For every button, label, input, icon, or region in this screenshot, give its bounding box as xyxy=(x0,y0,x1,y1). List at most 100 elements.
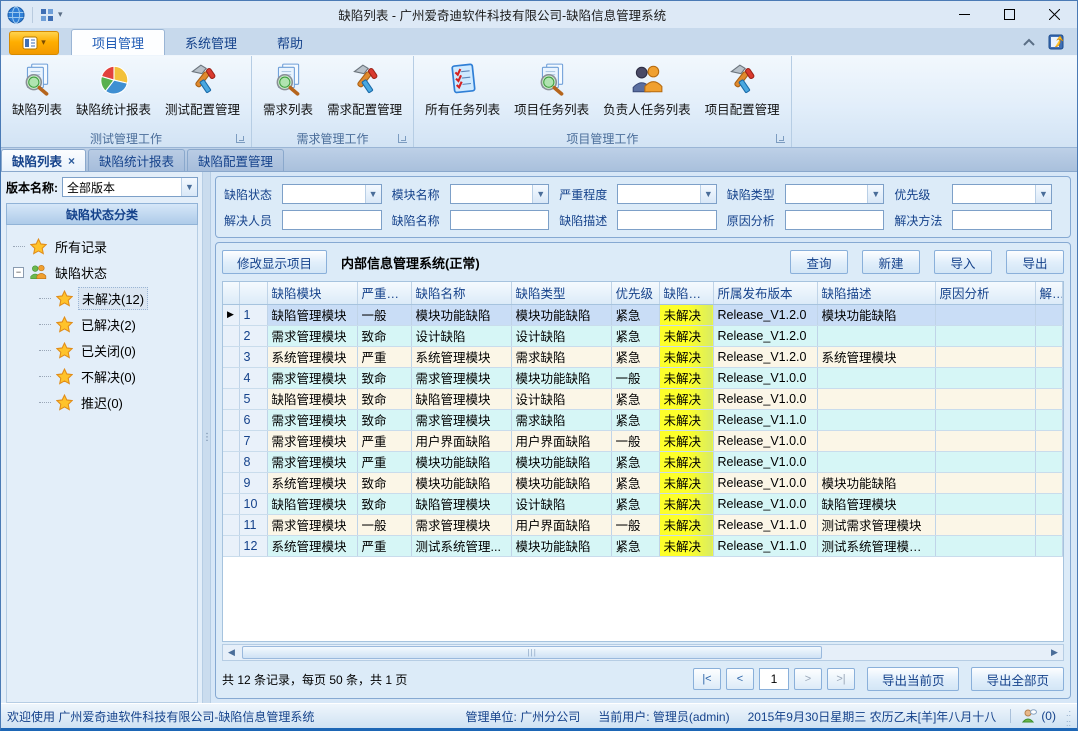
cell[interactable] xyxy=(1035,346,1063,367)
ribbon-button-需求配置管理[interactable]: 需求配置管理 xyxy=(320,58,409,120)
splitter-handle[interactable]: ⋮ xyxy=(203,172,211,703)
column-header-解决[interactable]: 解决 xyxy=(1035,282,1063,304)
cell[interactable]: 未解决 xyxy=(659,409,713,430)
cell[interactable]: 需求管理模块 xyxy=(267,514,357,535)
close-button[interactable] xyxy=(1032,1,1077,28)
column-header-优先级[interactable]: 优先级 xyxy=(611,282,659,304)
modify-columns-button[interactable]: 修改显示项目 xyxy=(222,250,327,274)
cell[interactable]: 致命 xyxy=(357,472,411,493)
cell[interactable] xyxy=(935,367,1035,388)
cell[interactable]: Release_V1.2.0 xyxy=(713,304,817,325)
table-row[interactable]: ▶1缺陷管理模块一般模块功能缺陷模块功能缺陷紧急未解决Release_V1.2.… xyxy=(223,304,1063,325)
column-header-缺陷描述[interactable]: 缺陷描述 xyxy=(817,282,935,304)
cell[interactable] xyxy=(935,304,1035,325)
cell[interactable] xyxy=(1035,493,1063,514)
new-button[interactable]: 新建 xyxy=(862,250,920,274)
cell[interactable]: 紧急 xyxy=(611,346,659,367)
export-button[interactable]: 导出 xyxy=(1006,250,1064,274)
filter-select-defect-status[interactable]: ▼ xyxy=(282,184,382,204)
cell[interactable]: Release_V1.2.0 xyxy=(713,325,817,346)
cell[interactable]: 未解决 xyxy=(659,346,713,367)
cell[interactable]: 未解决 xyxy=(659,493,713,514)
scrollbar-thumb[interactable]: ||| xyxy=(242,646,822,659)
table-row[interactable]: 12系统管理模块严重测试系统管理...模块功能缺陷紧急未解决Release_V1… xyxy=(223,535,1063,556)
column-header-缺陷类型[interactable]: 缺陷类型 xyxy=(511,282,611,304)
cell[interactable]: 测试需求管理模块 xyxy=(817,514,935,535)
ribbon-button-需求列表[interactable]: 需求列表 xyxy=(256,58,320,120)
ribbon-button-项目配置管理[interactable]: 项目配置管理 xyxy=(698,58,787,120)
cell[interactable]: 模块功能缺陷 xyxy=(411,451,511,472)
table-row[interactable]: 4需求管理模块致命需求管理模块模块功能缺陷一般未解决Release_V1.0.0 xyxy=(223,367,1063,388)
cell[interactable]: 模块功能缺陷 xyxy=(511,535,611,556)
filter-input-solution[interactable] xyxy=(952,210,1052,230)
ribbon-style-icon[interactable] xyxy=(1047,33,1065,51)
cell[interactable] xyxy=(1035,304,1063,325)
cell[interactable]: Release_V1.0.0 xyxy=(713,388,817,409)
prev-page-button[interactable]: < xyxy=(726,668,754,690)
cell[interactable]: 需求缺陷 xyxy=(511,409,611,430)
page-number-input[interactable] xyxy=(759,668,789,690)
ribbon-button-负责人任务列表[interactable]: 负责人任务列表 xyxy=(596,58,698,120)
cell[interactable]: 未解决 xyxy=(659,325,713,346)
cell[interactable]: 一般 xyxy=(357,514,411,535)
table-row[interactable]: 6需求管理模块致命需求管理模块需求缺陷紧急未解决Release_V1.1.0 xyxy=(223,409,1063,430)
maximize-button[interactable] xyxy=(987,1,1032,28)
cell[interactable]: 紧急 xyxy=(611,325,659,346)
cell[interactable]: 严重 xyxy=(357,430,411,451)
table-row[interactable]: 11需求管理模块一般需求管理模块用户界面缺陷一般未解决Release_V1.1.… xyxy=(223,514,1063,535)
cell[interactable]: 需求管理模块 xyxy=(267,409,357,430)
column-header-缺陷模块[interactable]: 缺陷模块 xyxy=(267,282,357,304)
ribbon-tab-项目管理[interactable]: 项目管理 xyxy=(71,29,165,55)
table-row[interactable]: 8需求管理模块严重模块功能缺陷模块功能缺陷紧急未解决Release_V1.0.0 xyxy=(223,451,1063,472)
cell[interactable]: 缺陷管理模块 xyxy=(411,493,511,514)
cell[interactable]: 系统管理模块 xyxy=(267,535,357,556)
table-row[interactable]: 9系统管理模块致命模块功能缺陷模块功能缺陷紧急未解决Release_V1.0.0… xyxy=(223,472,1063,493)
cell[interactable]: 设计缺陷 xyxy=(511,388,611,409)
cell[interactable]: 未解决 xyxy=(659,472,713,493)
first-page-button[interactable]: |< xyxy=(693,668,721,690)
export-all-pages-button[interactable]: 导出全部页 xyxy=(971,667,1064,691)
column-header-原因分析[interactable]: 原因分析 xyxy=(935,282,1035,304)
filter-input-defect-desc[interactable] xyxy=(617,210,717,230)
tree-item-已解决(2)[interactable]: 已解决(2) xyxy=(39,311,195,337)
cell[interactable]: Release_V1.1.0 xyxy=(713,514,817,535)
cell[interactable]: 需求管理模块 xyxy=(267,367,357,388)
cell[interactable]: 测试系统管理... xyxy=(411,535,511,556)
cell[interactable]: 模块功能缺陷 xyxy=(511,304,611,325)
messages-icon[interactable] xyxy=(1021,708,1037,724)
cell[interactable]: 一般 xyxy=(611,367,659,388)
dialog-launcher-icon[interactable] xyxy=(398,134,407,143)
cell[interactable] xyxy=(935,493,1035,514)
cell[interactable]: 未解决 xyxy=(659,535,713,556)
cell[interactable]: 紧急 xyxy=(611,304,659,325)
cell[interactable]: 缺陷管理模块 xyxy=(817,493,935,514)
cell[interactable] xyxy=(817,451,935,472)
cell[interactable] xyxy=(1035,367,1063,388)
horizontal-scrollbar[interactable]: ◀ ||| ▶ xyxy=(222,644,1064,661)
column-header-缺陷名称[interactable]: 缺陷名称 xyxy=(411,282,511,304)
cell[interactable] xyxy=(817,409,935,430)
cell[interactable]: 严重 xyxy=(357,346,411,367)
cell[interactable] xyxy=(1035,535,1063,556)
last-page-button[interactable]: >| xyxy=(827,668,855,690)
cell[interactable]: 模块功能缺陷 xyxy=(511,451,611,472)
resize-grip[interactable]: .::: xyxy=(1066,708,1071,728)
cell[interactable] xyxy=(817,325,935,346)
cell[interactable] xyxy=(935,472,1035,493)
cell[interactable]: 致命 xyxy=(357,367,411,388)
cell[interactable] xyxy=(935,388,1035,409)
cell[interactable]: 测试系统管理模块... xyxy=(817,535,935,556)
cell[interactable] xyxy=(935,409,1035,430)
ribbon-collapse-icon[interactable] xyxy=(1023,38,1035,46)
cell[interactable]: Release_V1.1.0 xyxy=(713,535,817,556)
cell[interactable] xyxy=(817,367,935,388)
cell[interactable]: 用户界面缺陷 xyxy=(411,430,511,451)
cell[interactable] xyxy=(935,535,1035,556)
cell[interactable]: 缺陷管理模块 xyxy=(411,388,511,409)
cell[interactable] xyxy=(1035,430,1063,451)
collapse-icon[interactable]: − xyxy=(13,267,24,278)
cell[interactable]: 系统管理模块 xyxy=(411,346,511,367)
cell[interactable] xyxy=(1035,409,1063,430)
filter-select-severity[interactable]: ▼ xyxy=(617,184,717,204)
version-select[interactable]: 全部版本 ▼ xyxy=(62,177,198,197)
